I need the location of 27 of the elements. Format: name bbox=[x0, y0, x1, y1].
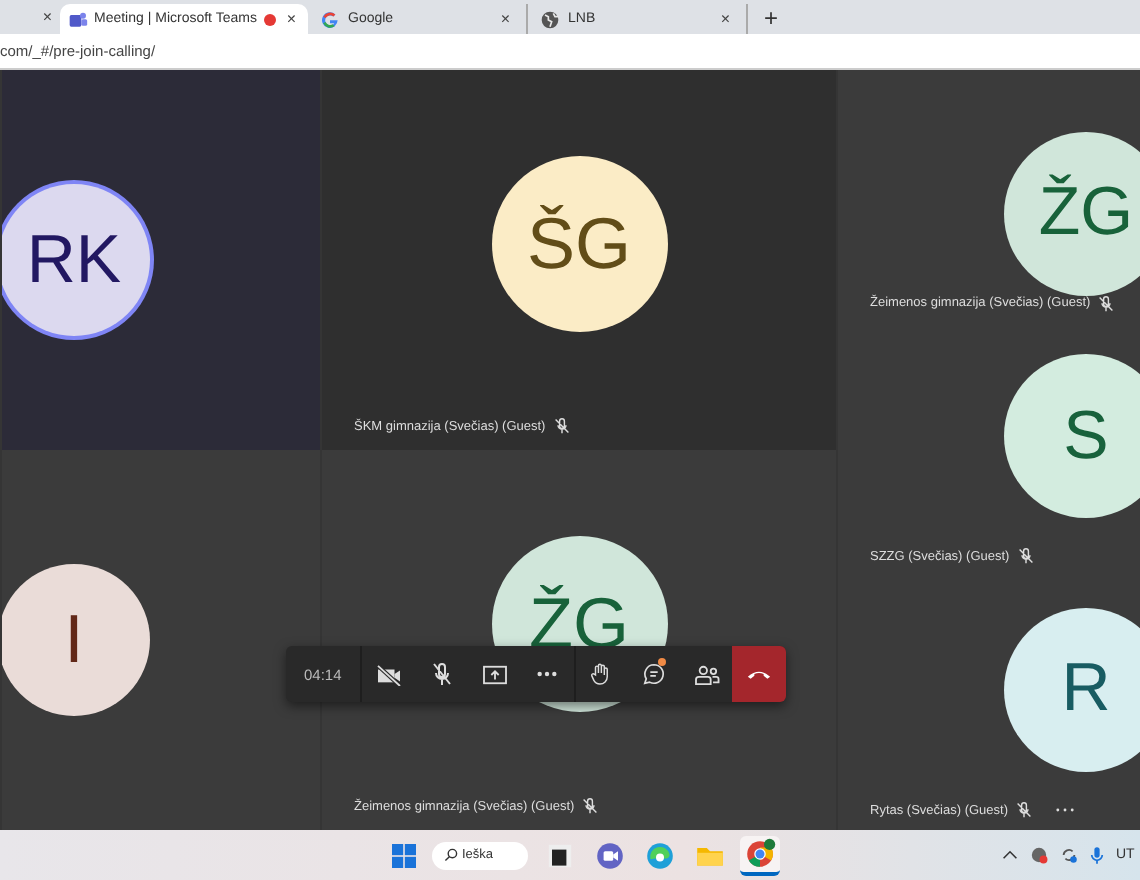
share-screen-icon bbox=[481, 663, 508, 685]
new-tab-button[interactable]: + bbox=[748, 4, 795, 34]
globe-icon bbox=[540, 9, 560, 29]
close-tab-button[interactable]: × bbox=[496, 2, 514, 36]
phone-icon bbox=[746, 668, 773, 680]
avatar: I bbox=[2, 564, 150, 716]
avatar: ŠG bbox=[491, 156, 667, 332]
chat-icon bbox=[641, 662, 666, 686]
microphone-icon[interactable] bbox=[1090, 846, 1104, 864]
sync-icon[interactable] bbox=[1060, 846, 1078, 864]
avatar: RK bbox=[2, 184, 150, 336]
more-icon[interactable] bbox=[1056, 808, 1074, 813]
search-icon bbox=[444, 848, 458, 862]
chevron-up-icon[interactable] bbox=[1002, 850, 1018, 860]
close-tab-button[interactable]: × bbox=[34, 0, 60, 34]
camera-off-icon bbox=[375, 663, 402, 685]
windows-start-icon[interactable] bbox=[392, 843, 416, 867]
hand-icon bbox=[590, 662, 613, 686]
more-icon bbox=[536, 670, 559, 678]
avatar: R bbox=[1004, 607, 1140, 772]
people-icon bbox=[693, 663, 720, 685]
avatar: ŽG bbox=[1004, 131, 1140, 296]
avatar: S bbox=[1004, 354, 1140, 518]
mic-off-icon bbox=[431, 662, 452, 686]
close-tab-button[interactable]: × bbox=[716, 2, 734, 36]
close-tab-button[interactable]: × bbox=[282, 2, 300, 36]
network-icon[interactable] bbox=[1030, 846, 1048, 864]
